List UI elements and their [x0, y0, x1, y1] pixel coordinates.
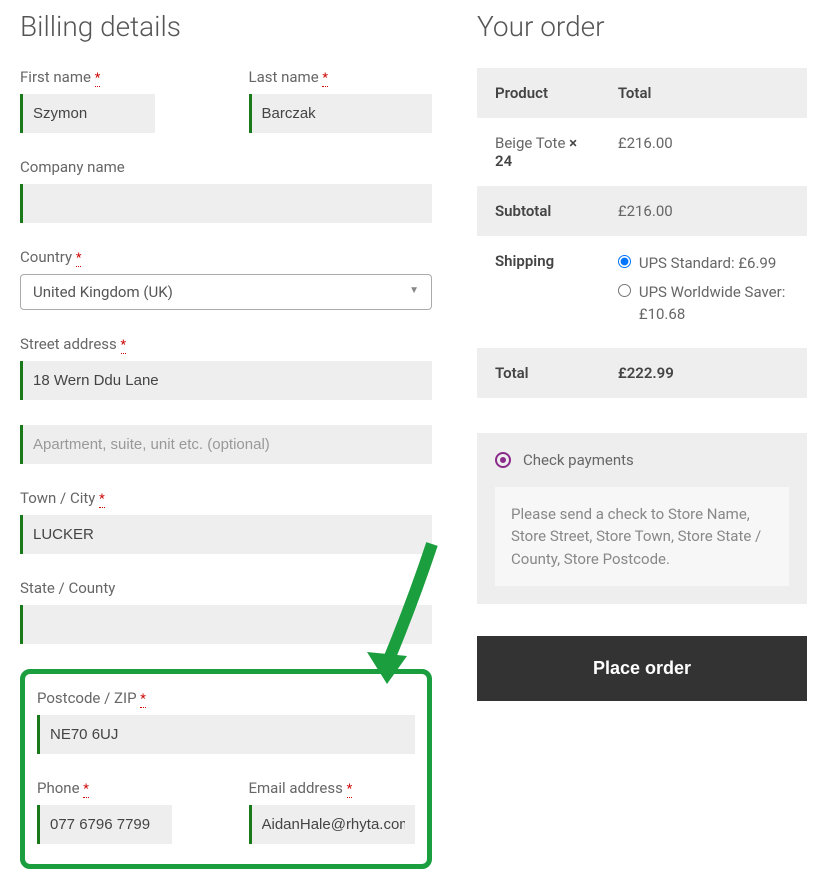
order-item-row: Beige Tote × 24 £216.00	[477, 118, 807, 186]
billing-heading: Billing details	[20, 10, 432, 43]
first-name-label: First name *	[20, 68, 204, 86]
col-total: Total	[600, 68, 807, 118]
order-section: Your order Product Total Beige Tote × 24…	[477, 10, 807, 869]
highlight-box: Postcode / ZIP * Phone * Email address *	[20, 669, 432, 869]
subtotal-value: £216.00	[600, 186, 807, 236]
postcode-input[interactable]	[37, 715, 415, 754]
payment-box: Check payments Please send a check to St…	[477, 433, 807, 605]
subtotal-label: Subtotal	[477, 186, 600, 236]
company-label: Company name	[20, 158, 432, 176]
payment-description: Please send a check to Store Name, Store…	[495, 487, 789, 587]
last-name-label: Last name *	[249, 68, 433, 86]
item-name: Beige Tote	[495, 134, 569, 152]
payment-method-label: Check payments	[523, 451, 634, 469]
phone-label: Phone *	[37, 779, 204, 797]
postcode-label: Postcode / ZIP *	[37, 689, 415, 707]
city-label: Town / City *	[20, 489, 432, 507]
order-table: Product Total Beige Tote × 24 £216.00 Su…	[477, 68, 807, 398]
place-order-button[interactable]: Place order	[477, 636, 807, 701]
total-row: Total £222.99	[477, 348, 807, 398]
total-value: £222.99	[600, 348, 807, 398]
item-qty: 24	[495, 152, 512, 170]
street2-input[interactable]	[20, 425, 432, 464]
shipping-row: Shipping UPS Standard: £6.99 UPS Worldwi…	[477, 236, 807, 348]
street1-input[interactable]	[20, 361, 432, 400]
total-label: Total	[477, 348, 600, 398]
email-label: Email address *	[249, 779, 416, 797]
country-select[interactable]: United Kingdom (UK)	[20, 274, 432, 310]
item-total: £216.00	[600, 118, 807, 186]
phone-input[interactable]	[37, 805, 172, 844]
first-name-input[interactable]	[20, 94, 155, 133]
subtotal-row: Subtotal £216.00	[477, 186, 807, 236]
ship-radio-standard[interactable]	[618, 255, 631, 268]
country-selected-value: United Kingdom (UK)	[33, 283, 173, 301]
last-name-input[interactable]	[249, 94, 433, 133]
shipping-label: Shipping	[477, 236, 600, 348]
col-product: Product	[477, 68, 600, 118]
ship-opt2-label: UPS Worldwide Saver: £10.68	[639, 281, 789, 326]
payment-radio-check[interactable]	[495, 452, 511, 468]
company-input[interactable]	[20, 184, 432, 223]
ship-radio-worldwide[interactable]	[618, 284, 631, 297]
annotation-arrow-icon	[362, 534, 442, 694]
email-input[interactable]	[249, 805, 416, 844]
billing-section: Billing details First name * Last name *…	[20, 10, 432, 869]
ship-opt1-label: UPS Standard: £6.99	[639, 252, 776, 275]
country-label: Country *	[20, 248, 432, 266]
street-label: Street address *	[20, 335, 432, 353]
order-heading: Your order	[477, 10, 807, 43]
